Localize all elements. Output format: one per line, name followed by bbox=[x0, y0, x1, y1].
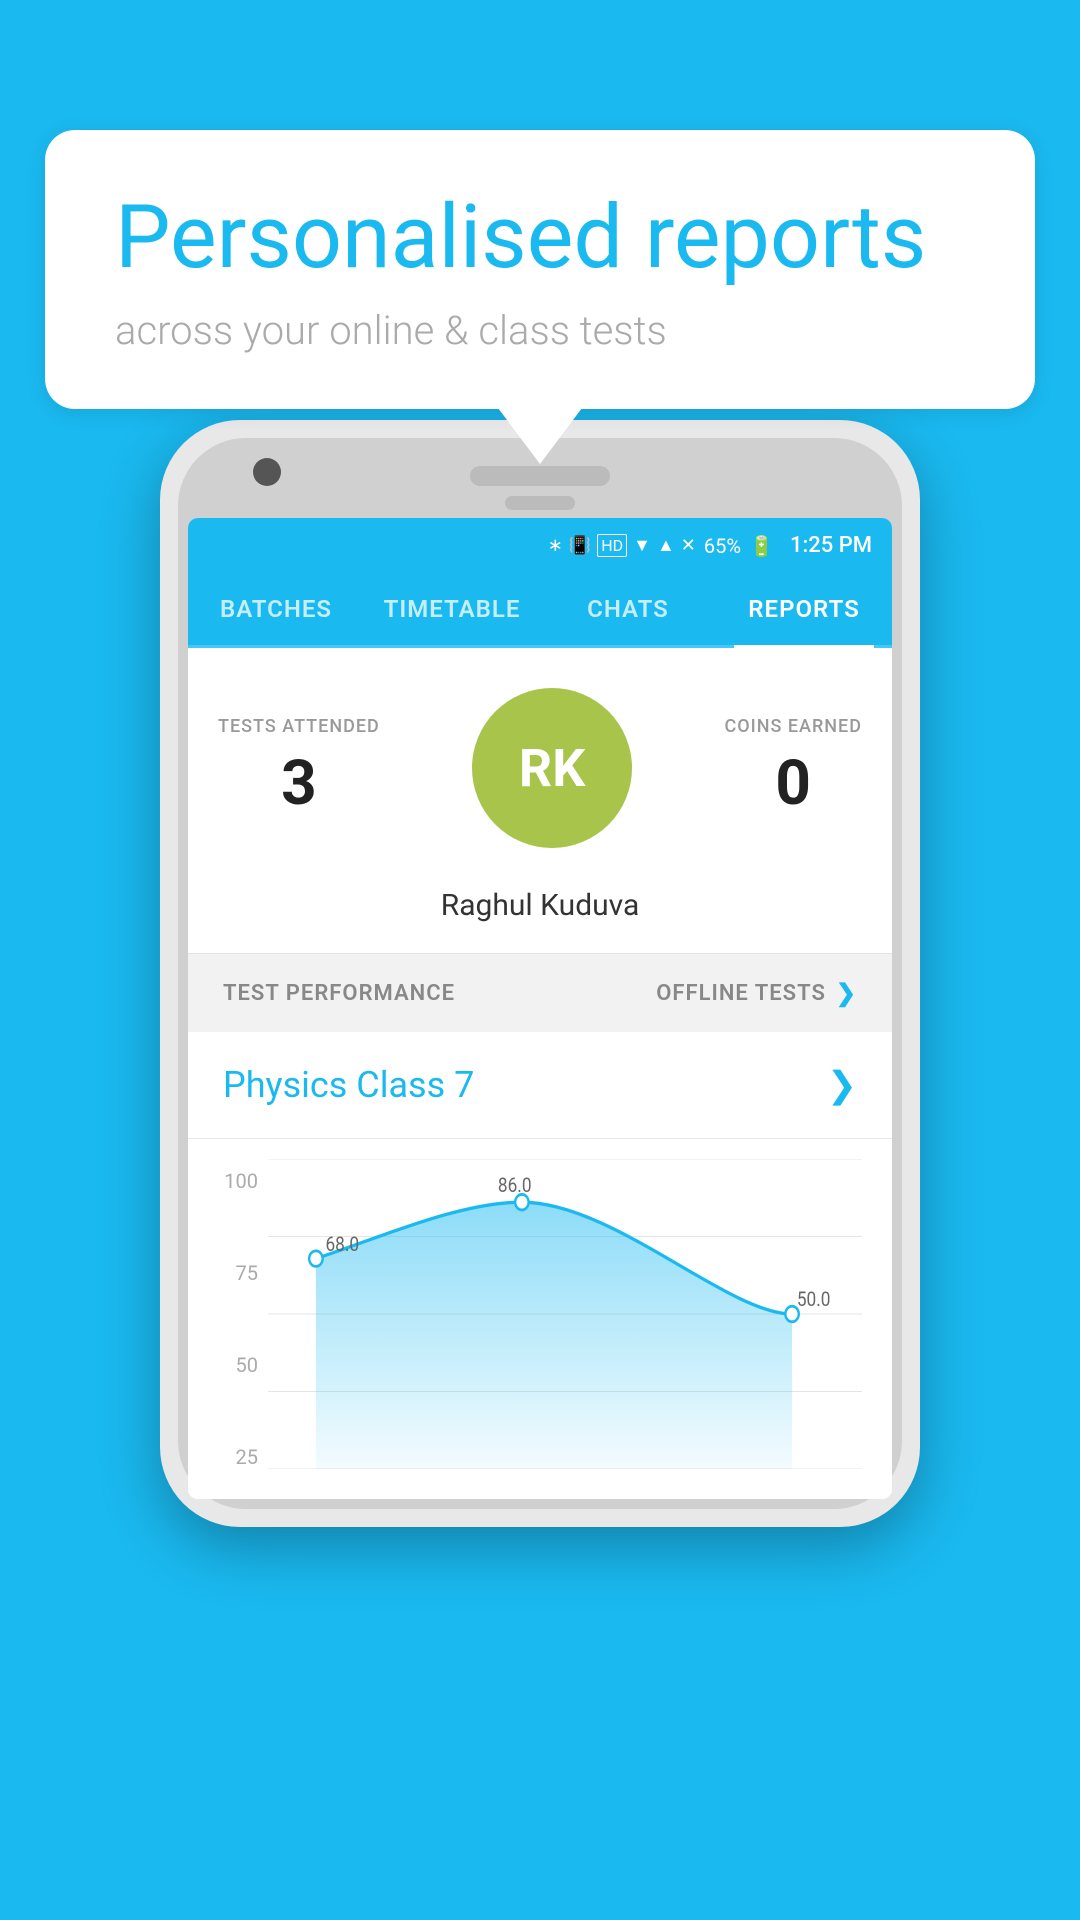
y-label-50: 50 bbox=[208, 1353, 258, 1377]
annotation-2: 86.0 bbox=[498, 1174, 532, 1198]
bubble-subtitle: across your online & class tests bbox=[115, 307, 965, 354]
tests-attended-label: TESTS ATTENDED bbox=[218, 716, 380, 737]
status-icons: ∗ 📳 HD ▼ ▲ ✕ bbox=[548, 534, 696, 557]
y-axis: 100 75 50 25 bbox=[208, 1159, 258, 1499]
performance-chart: 100 75 50 25 bbox=[208, 1159, 872, 1499]
tab-reports[interactable]: REPORTS bbox=[716, 573, 892, 645]
chart-plot-area: 68.0 86.0 50.0 bbox=[268, 1159, 862, 1469]
tests-attended-block: TESTS ATTENDED 3 bbox=[218, 716, 380, 820]
test-performance-title: TEST PERFORMANCE bbox=[223, 981, 455, 1006]
battery-icon: 🔋 bbox=[749, 534, 774, 558]
annotation-3: 50.0 bbox=[797, 1288, 831, 1312]
signal2-icon: ✕ bbox=[681, 535, 696, 556]
chart-section: 100 75 50 25 bbox=[188, 1139, 892, 1499]
signal-icon: ▲ bbox=[657, 535, 675, 556]
user-name: Raghul Kuduva bbox=[188, 888, 892, 953]
status-time: 1:25 PM bbox=[790, 533, 872, 558]
status-bar: ∗ 📳 HD ▼ ▲ ✕ 65% 🔋 1:25 PM bbox=[188, 518, 892, 573]
y-label-25: 25 bbox=[208, 1445, 258, 1469]
tests-attended-value: 3 bbox=[218, 747, 380, 820]
test-performance-header: TEST PERFORMANCE OFFLINE TESTS ❯ bbox=[188, 953, 892, 1032]
bluetooth-icon: ∗ bbox=[548, 535, 563, 556]
y-label-75: 75 bbox=[208, 1261, 258, 1285]
profile-section: TESTS ATTENDED 3 RK COINS EARNED 0 bbox=[188, 648, 892, 888]
speech-bubble: Personalised reports across your online … bbox=[45, 130, 1035, 409]
chevron-down-icon: ❯ bbox=[836, 979, 857, 1007]
offline-tests-dropdown[interactable]: OFFLINE TESTS ❯ bbox=[656, 979, 857, 1007]
home-indicator bbox=[505, 496, 575, 510]
coins-earned-label: COINS EARNED bbox=[724, 716, 862, 737]
coins-earned-value: 0 bbox=[724, 747, 862, 820]
battery-percent: 65% bbox=[704, 534, 741, 558]
vibrate-icon: 📳 bbox=[569, 535, 591, 556]
nav-tabs: BATCHES TIMETABLE CHATS REPORTS bbox=[188, 573, 892, 648]
physics-class-row[interactable]: Physics Class 7 ❯ bbox=[188, 1032, 892, 1139]
offline-tests-label: OFFLINE TESTS bbox=[656, 981, 826, 1006]
hd-icon: HD bbox=[597, 534, 627, 557]
coins-earned-block: COINS EARNED 0 bbox=[724, 716, 862, 820]
bubble-title: Personalised reports bbox=[115, 190, 965, 287]
phone-screen: ∗ 📳 HD ▼ ▲ ✕ 65% 🔋 1:25 PM BATCHES TIMET… bbox=[188, 518, 892, 1499]
data-point-1 bbox=[309, 1251, 322, 1267]
phone-mockup: ∗ 📳 HD ▼ ▲ ✕ 65% 🔋 1:25 PM BATCHES TIMET… bbox=[160, 420, 920, 1527]
wifi-icon: ▼ bbox=[633, 535, 651, 556]
tab-batches[interactable]: BATCHES bbox=[188, 573, 364, 645]
tab-chats[interactable]: CHATS bbox=[540, 573, 716, 645]
chart-fill bbox=[316, 1202, 792, 1469]
class-name: Physics Class 7 bbox=[223, 1064, 474, 1106]
y-label-100: 100 bbox=[208, 1169, 258, 1193]
speaker-grille bbox=[470, 466, 610, 486]
annotation-1: 68.0 bbox=[325, 1233, 359, 1257]
chart-svg: 68.0 86.0 50.0 bbox=[268, 1159, 862, 1469]
class-arrow-icon: ❯ bbox=[827, 1064, 857, 1106]
avatar: RK bbox=[472, 688, 632, 848]
avatar-initials: RK bbox=[519, 738, 585, 799]
tab-timetable[interactable]: TIMETABLE bbox=[364, 573, 540, 645]
camera-icon bbox=[253, 458, 281, 486]
